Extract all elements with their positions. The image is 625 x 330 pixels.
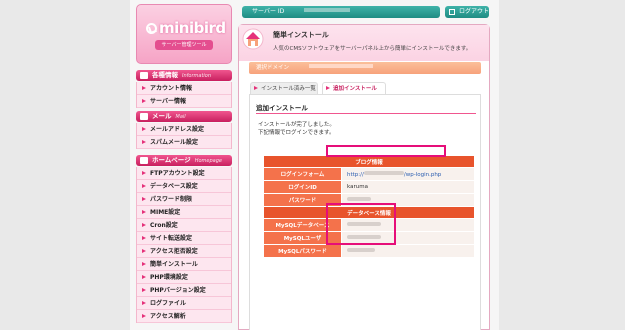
sidebar-item-cron[interactable]: Cron設定 xyxy=(137,219,231,232)
sidebar-group-mail: メールアドレス設定 スパムメール設定 xyxy=(136,123,232,149)
sidebar-item-spam-mail[interactable]: スパムメール設定 xyxy=(137,136,231,149)
section-divider xyxy=(256,113,476,114)
logo-wordmark: minibird xyxy=(146,19,226,37)
section-header-homepage: ホームページ Homepage xyxy=(136,155,232,166)
row-key: ログインID xyxy=(263,180,342,194)
login-info-message: 下記情報でログインできます。 xyxy=(258,130,335,136)
panel-header: 簡単インストール 人気のCMSソフトウェアをサーバーパネル上から簡単にインストー… xyxy=(239,25,489,61)
table-row: ログインフォーム http:///wp-login.php xyxy=(263,167,475,181)
install-complete-message: インストールが完了しました。 xyxy=(258,122,335,128)
home-icon xyxy=(140,157,148,164)
tab-installed-list[interactable]: インストール済み一覧 xyxy=(250,82,318,94)
server-id-value xyxy=(304,8,351,12)
sidebar-item-access-deny[interactable]: アクセス拒否設定 xyxy=(137,245,231,258)
blog-info-header: ブログ情報 xyxy=(263,155,475,168)
server-id-bar: サーバー ID xyxy=(242,6,440,18)
info-icon xyxy=(140,72,148,79)
sidebar-item-access-analysis[interactable]: アクセス解析 xyxy=(137,310,231,323)
main-panel: 簡単インストール 人気のCMSソフトウェアをサーバーパネル上から簡単にインストー… xyxy=(238,24,490,330)
login-form-url[interactable]: http:///wp-login.php xyxy=(341,167,475,181)
logo[interactable]: minibird サーバー管理ツール xyxy=(136,4,232,64)
logo-mark-icon xyxy=(146,23,157,34)
logout-button[interactable]: ログアウト xyxy=(445,6,489,18)
sidebar-item-password-limit[interactable]: パスワード制限 xyxy=(137,193,231,206)
mysql-password-value xyxy=(341,244,475,258)
row-key: ログインフォーム xyxy=(263,167,342,181)
section-title: 追加インストール xyxy=(256,104,308,112)
row-key: MySQLパスワード xyxy=(263,244,342,258)
table-row: MySQLパスワード xyxy=(263,244,475,258)
house-icon xyxy=(242,28,264,50)
page-description: 人気のCMSソフトウェアをサーバーパネル上から簡単にインストールできます。 xyxy=(273,46,472,52)
highlight-box-login-url xyxy=(326,145,446,157)
sidebar-item-account-info[interactable]: アカウント情報 xyxy=(137,82,231,95)
mail-icon xyxy=(140,113,148,120)
sidebar-group-information: アカウント情報 サーバー情報 xyxy=(136,82,232,108)
sidebar: minibird サーバー管理ツール 各種情報 Information アカウント… xyxy=(136,2,232,330)
sidebar-item-mime[interactable]: MIME設定 xyxy=(137,206,231,219)
sidebar-item-mail-address[interactable]: メールアドレス設定 xyxy=(137,123,231,136)
sidebar-item-php-version[interactable]: PHPバージョン設定 xyxy=(137,284,231,297)
sidebar-item-log-file[interactable]: ログファイル xyxy=(137,297,231,310)
sidebar-item-easy-install[interactable]: 簡単インストール xyxy=(137,258,231,271)
login-id-value: karuma xyxy=(341,180,475,194)
sidebar-group-homepage: FTPアカウント設定 データベース設定 パスワード制限 MIME設定 Cron設… xyxy=(136,167,232,323)
section-header-information: 各種情報 Information xyxy=(136,70,232,81)
sidebar-item-ftp[interactable]: FTPアカウント設定 xyxy=(137,167,231,180)
sidebar-item-php-env[interactable]: PHP環境設定 xyxy=(137,271,231,284)
logo-subtitle: サーバー管理ツール xyxy=(155,40,213,50)
domain-selector[interactable]: 選択ドメイン xyxy=(249,62,481,74)
section-header-mail: メール Mail xyxy=(136,111,232,122)
highlight-box-mysql xyxy=(326,203,396,245)
sidebar-item-redirect[interactable]: サイト転送設定 xyxy=(137,232,231,245)
domain-value xyxy=(309,64,374,68)
redacted-domain xyxy=(363,170,404,175)
page-title: 簡単インストール xyxy=(273,31,329,39)
table-row: ログインID karuma xyxy=(263,180,475,194)
sidebar-item-server-info[interactable]: サーバー情報 xyxy=(137,95,231,108)
sidebar-item-database[interactable]: データベース設定 xyxy=(137,180,231,193)
logout-icon xyxy=(449,9,455,15)
